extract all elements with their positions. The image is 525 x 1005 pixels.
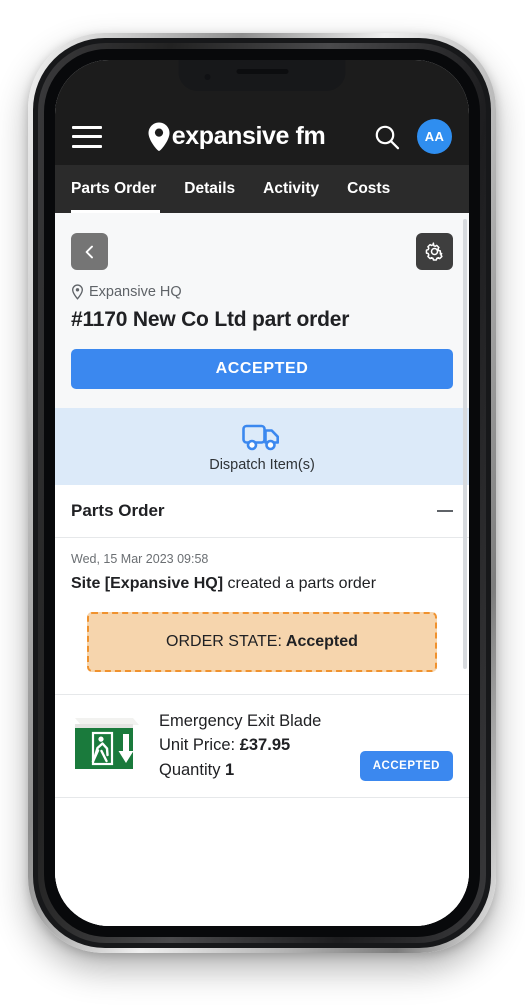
item-quantity: Quantity 1 (159, 758, 360, 783)
dispatch-items-label: Dispatch Item(s) (209, 457, 315, 473)
gear-icon (425, 242, 443, 261)
order-state-alert: ORDER STATE: Accepted (87, 611, 437, 672)
order-state-value: Accepted (285, 632, 358, 650)
item-details: Emergency Exit Blade Unit Price: £37.95 … (159, 709, 360, 783)
event-description: Site [Expansive HQ] created a parts orde… (71, 573, 453, 595)
tab-parts-order[interactable]: Parts Order (71, 165, 170, 213)
avatar[interactable]: AA (417, 119, 452, 154)
item-name: Emergency Exit Blade (159, 711, 322, 730)
phone-screen: expansive fm AA Parts Order Details Acti… (55, 60, 469, 926)
site-name: Expansive HQ (89, 284, 182, 300)
tab-costs[interactable]: Costs (333, 165, 404, 213)
parts-order-section-header[interactable]: Parts Order (55, 485, 469, 538)
section-title: Parts Order (71, 501, 165, 520)
content-bottom-space (55, 797, 469, 926)
item-price: Unit Price: £37.95 (159, 733, 360, 758)
minus-icon[interactable] (437, 510, 453, 512)
earpiece-speaker (236, 69, 288, 74)
brand-text: expansive fm (171, 122, 326, 150)
item-qty-label: Quantity (159, 761, 221, 780)
site-location: Expansive HQ (55, 270, 469, 300)
tab-bar: Parts Order Details Activity Costs (55, 165, 469, 213)
front-camera (204, 74, 211, 80)
settings-button[interactable] (416, 233, 453, 270)
location-pin-icon (72, 284, 83, 300)
spacer (55, 671, 469, 694)
screenshot-stage: expansive fm AA Parts Order Details Acti… (0, 0, 525, 1005)
list-item[interactable]: Emergency Exit Blade Unit Price: £37.95 … (55, 693, 469, 798)
phone-notch (178, 60, 346, 91)
location-pin-logo-icon (147, 121, 171, 153)
order-status-button[interactable]: ACCEPTED (71, 349, 453, 389)
delivery-truck-icon (242, 424, 279, 451)
detail-toolbar (55, 213, 469, 270)
event-timestamp: Wed, 15 Mar 2023 09:58 (71, 552, 209, 566)
event-actor: Site [Expansive HQ] (71, 575, 224, 592)
dispatch-items-action[interactable]: Dispatch Item(s) (55, 408, 469, 485)
search-icon[interactable] (370, 120, 404, 154)
activity-event: Wed, 15 Mar 2023 09:58 Site [Expansive H… (55, 538, 469, 672)
order-state-label: ORDER STATE: (166, 632, 282, 650)
event-action: created a parts order (223, 575, 377, 592)
page-title: #1170 New Co Ltd part order (71, 308, 350, 331)
item-price-value: £37.95 (239, 736, 291, 755)
tab-details[interactable]: Details (170, 165, 249, 213)
tab-activity[interactable]: Activity (249, 165, 333, 213)
hamburger-menu-icon[interactable] (72, 125, 102, 148)
emergency-exit-sign-icon (71, 715, 143, 777)
content-area: Expansive HQ #1170 New Co Ltd part order… (55, 213, 469, 926)
vertical-scrollbar[interactable] (463, 219, 467, 669)
item-qty-value: 1 (225, 761, 235, 780)
back-button[interactable] (71, 233, 108, 270)
app-logo[interactable]: expansive fm (102, 121, 370, 153)
item-price-label: Unit Price: (159, 736, 236, 755)
item-status-badge[interactable]: ACCEPTED (359, 750, 453, 781)
